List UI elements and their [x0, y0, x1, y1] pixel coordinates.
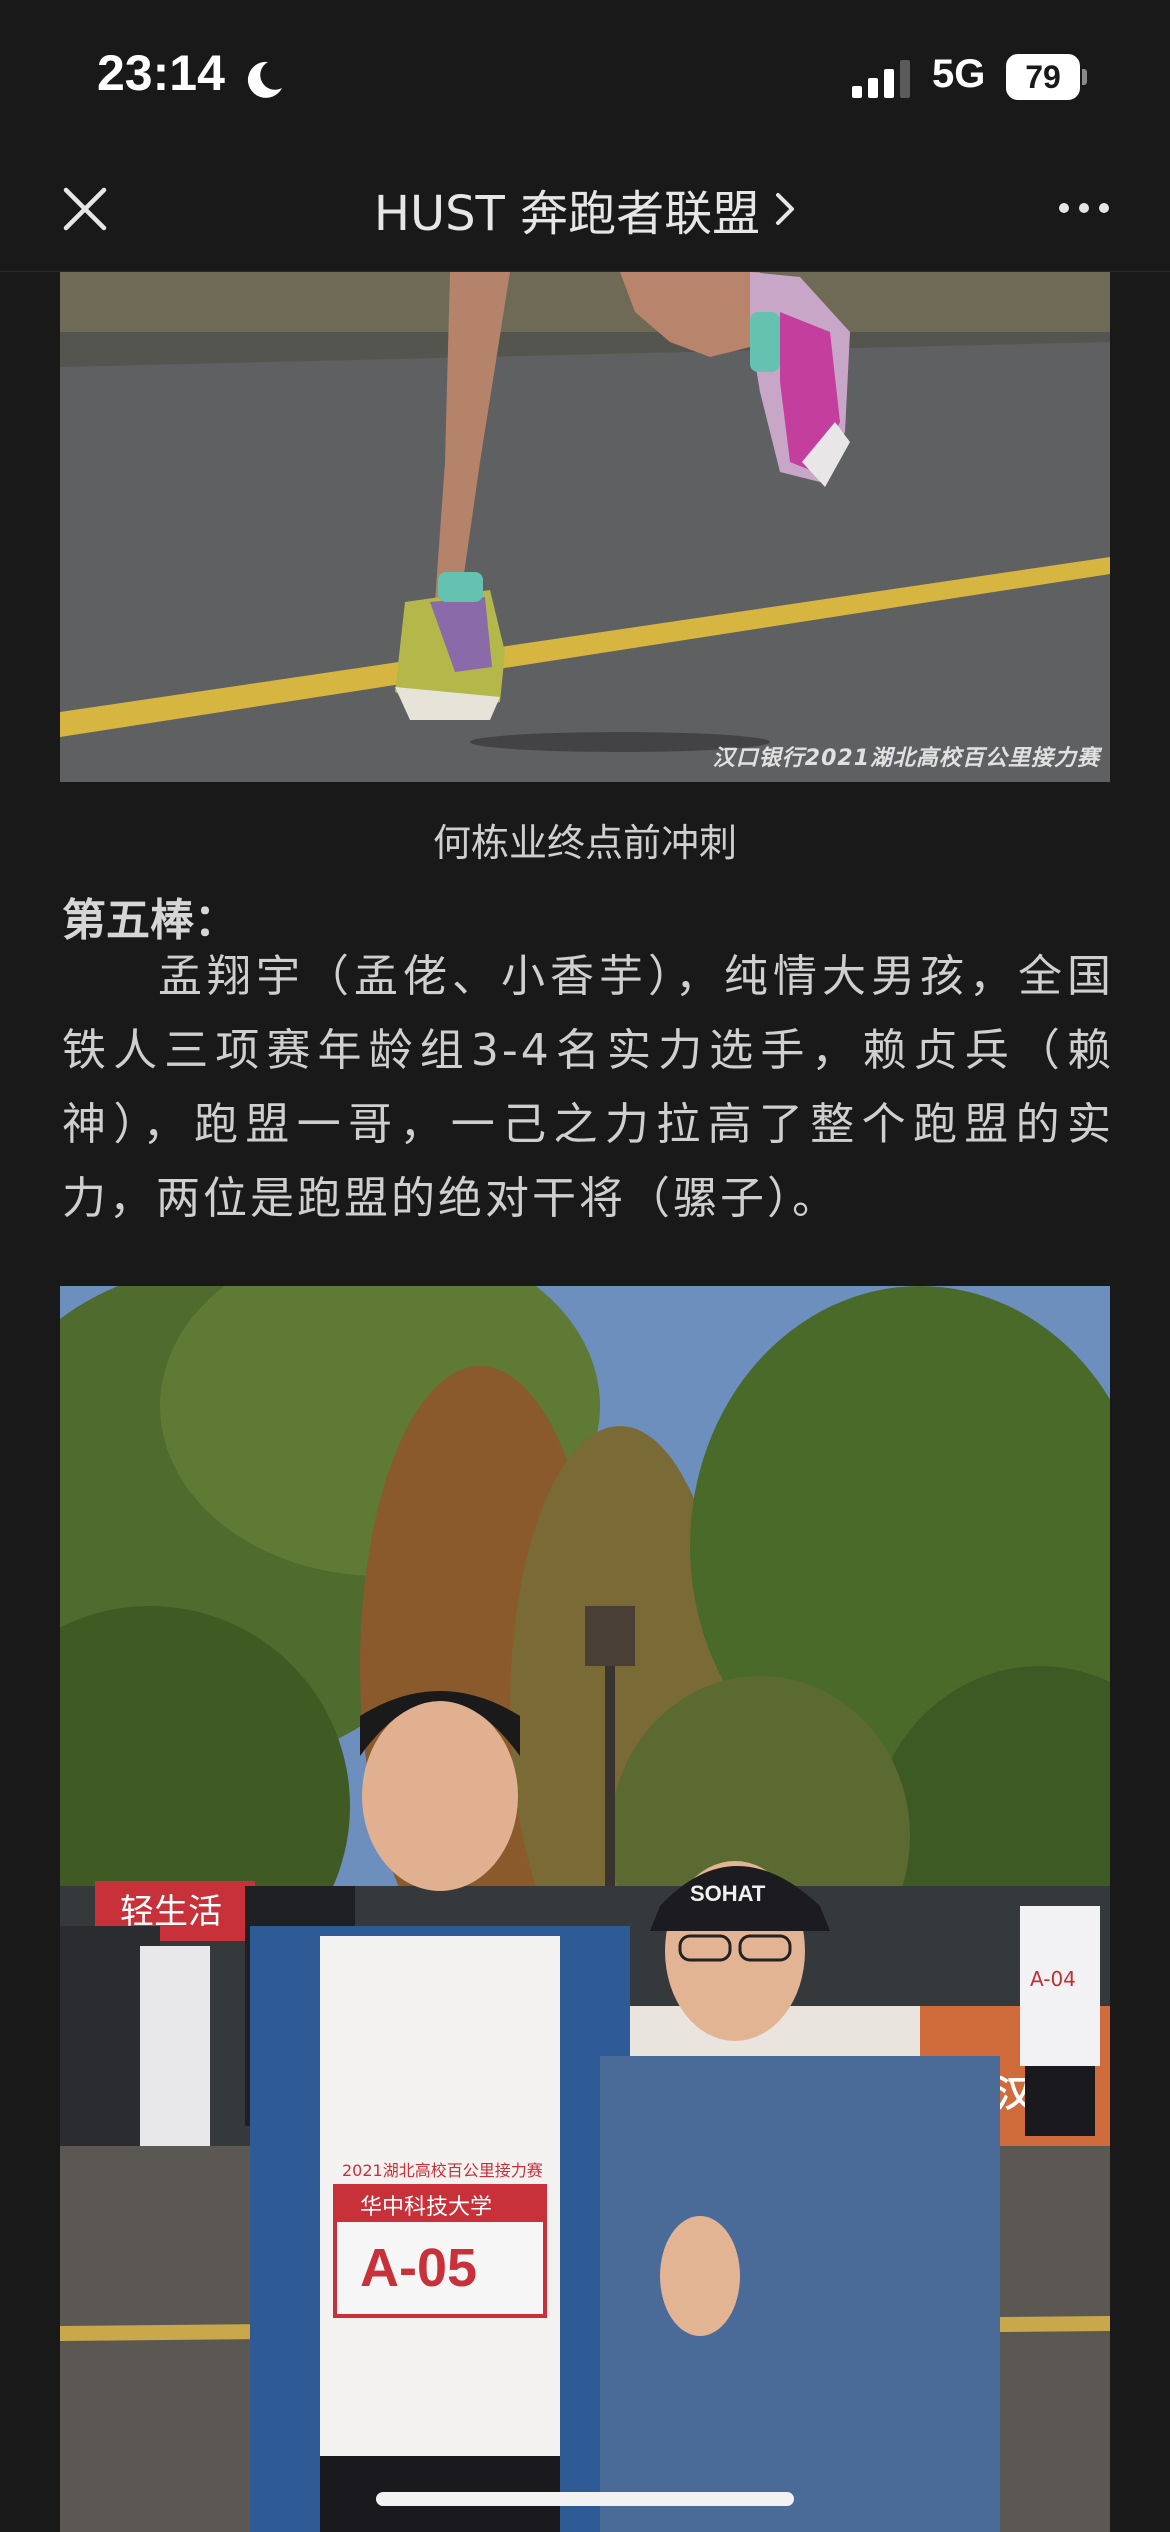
signal-icon — [852, 60, 910, 98]
account-title-link[interactable]: HUST 奔跑者联盟 — [0, 174, 1170, 244]
photo-watermark: 汉口银行2021湖北高校百公里接力赛 — [712, 746, 1100, 771]
account-title: HUST 奔跑者联盟 — [373, 186, 761, 242]
battery-icon: 79 — [1006, 54, 1087, 100]
more-icon[interactable] — [1056, 196, 1112, 220]
section-heading: 第五棒： — [62, 895, 238, 946]
photo-caption: 何栋业终点前冲刺 — [432, 821, 737, 865]
hat-text: SOHAT — [690, 1881, 766, 1906]
runner-photo-illustration — [60, 272, 1110, 782]
nav-bar: HUST 奔跑者联盟 — [0, 150, 1170, 272]
bib-number: A-05 — [360, 2238, 477, 2298]
status-time: 23:14 — [97, 45, 225, 101]
runners-group-photo[interactable]: 轻生活 武汉理 A-04 华中科技大学 A-05 2021湖北高校百公里接力赛 — [60, 1286, 1110, 2532]
home-indicator[interactable] — [376, 2492, 794, 2506]
runner-photo[interactable]: 汉口银行2021湖北高校百公里接力赛 — [60, 272, 1110, 782]
bib-school: 华中科技大学 — [360, 2195, 492, 2220]
battery-level: 79 — [1006, 54, 1080, 100]
chevron-right-icon — [776, 193, 795, 225]
runners-group-photo-illustration: 轻生活 武汉理 A-04 华中科技大学 A-05 2021湖北高校百公里接力赛 — [60, 1286, 1110, 2532]
side-bib: A-04 — [1030, 1967, 1076, 1991]
moon-icon — [247, 61, 282, 98]
article-paragraph: 孟翔宇（孟佬、小香芋），纯情大男孩，全国铁人三项赛年龄组3-4名实力选手，赖贞兵… — [62, 951, 1114, 1224]
status-bar: 23:14 5G 79 — [0, 0, 1170, 150]
network-label: 5G — [932, 52, 986, 96]
article-body: 汉口银行2021湖北高校百公里接力赛 何栋业终点前冲刺 第五棒： 孟翔宇（孟佬、… — [0, 272, 1170, 2532]
bib-event: 2021湖北高校百公里接力赛 — [342, 2161, 543, 2180]
battery-cap — [1082, 69, 1087, 85]
